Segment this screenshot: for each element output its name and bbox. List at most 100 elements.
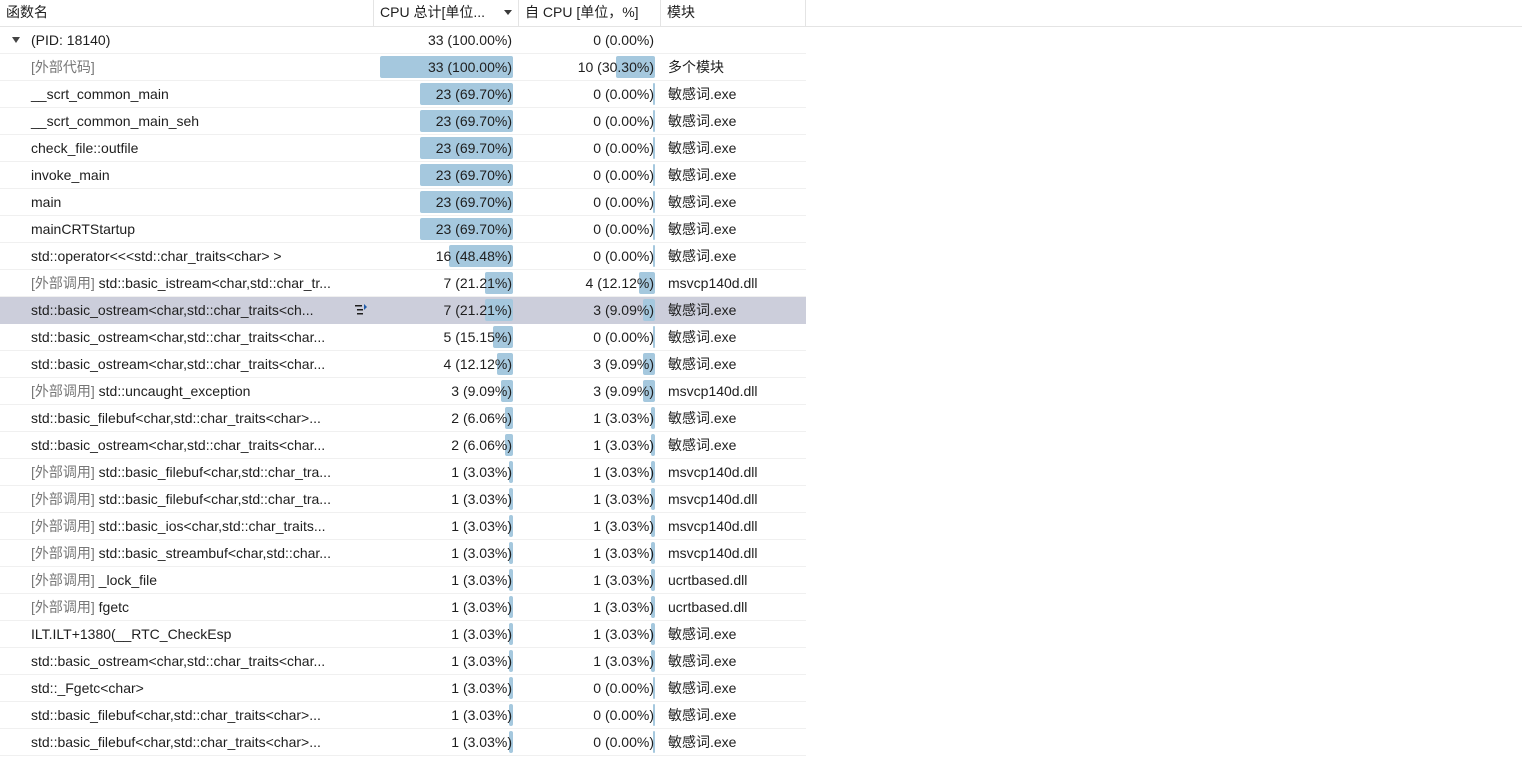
function-name-cell: std::basic_filebuf<char,std::char_traits… (0, 702, 374, 729)
function-name-cell: std::basic_ostream<char,std::char_traits… (0, 297, 374, 324)
table-row[interactable]: invoke_main 23 (69.70%) 0 (0.00%) 敏感词.exe (0, 162, 806, 189)
column-header-row: 函数名 CPU 总计[单位... 自 CPU [单位，%] 模块 (0, 0, 1522, 27)
self-cpu-cell: 1 (3.03%) (519, 405, 661, 432)
self-cpu-value: 10 (30.30%) (577, 59, 654, 75)
table-row[interactable]: [外部调用] std::basic_istream<char,std::char… (0, 270, 806, 297)
table-row[interactable]: std::basic_ostream<char,std::char_traits… (0, 432, 806, 459)
table-row[interactable]: std::basic_filebuf<char,std::char_traits… (0, 405, 806, 432)
cpu-total-value: 1 (3.03%) (451, 707, 512, 723)
table-row[interactable]: [外部调用] fgetc 1 (3.03%) 1 (3.03%) ucrtbased.… (0, 594, 806, 621)
module-cell: 敏感词.exe (661, 216, 806, 243)
table-row[interactable]: std::_Fgetc<char> 1 (3.03%) 0 (0.00%) 敏感词.e… (0, 675, 806, 702)
expand-collapse-icon[interactable] (12, 37, 20, 43)
column-header-module[interactable]: 模块 (661, 0, 806, 26)
cpu-total-value: 23 (69.70%) (435, 194, 512, 210)
cpu-total-cell: 1 (3.03%) (374, 567, 519, 594)
self-cpu-cell: 1 (3.03%) (519, 594, 661, 621)
cpu-total-cell: 7 (21.21%) (374, 297, 519, 324)
table-row[interactable]: [外部调用] std::basic_ios<char,std::char_tra… (0, 513, 806, 540)
table-row[interactable]: [外部调用] std::uncaught_exception 3 (9.09%) 3… (0, 378, 806, 405)
cpu-total-cell: 1 (3.03%) (374, 594, 519, 621)
table-row[interactable]: [外部调用] _lock_file 1 (3.03%) 1 (3.03%) ucrtb… (0, 567, 806, 594)
self-cpu-value: 3 (9.09%) (593, 383, 654, 399)
column-header-cpu-total[interactable]: CPU 总计[单位... (374, 0, 519, 26)
function-name: std::basic_ios<char,std::char_traits... (98, 518, 326, 534)
self-cpu-cell: 1 (3.03%) (519, 648, 661, 675)
cpu-total-cell: 23 (69.70%) (374, 189, 519, 216)
self-cpu-value: 1 (3.03%) (593, 572, 654, 588)
function-name-cell: [外部调用] fgetc (0, 594, 374, 621)
cpu-total-value: 1 (3.03%) (451, 680, 512, 696)
function-name-cell: [外部调用] std::basic_ios<char,std::char_tra… (0, 513, 374, 540)
self-cpu-value: 0 (0.00%) (593, 140, 654, 156)
module-cell: 敏感词.exe (661, 324, 806, 351)
table-row[interactable]: ILT.ILT+1380(__RTC_CheckEsp 1 (3.03%) 1 (3… (0, 621, 806, 648)
table-row[interactable]: [外部调用] std::basic_filebuf<char,std::char… (0, 486, 806, 513)
table-row[interactable]: [外部调用] std::basic_filebuf<char,std::char… (0, 459, 806, 486)
cpu-total-value: 1 (3.03%) (451, 626, 512, 642)
module-cell: msvcp140d.dll (661, 513, 806, 540)
function-name-cell: std::basic_ostream<char,std::char_traits… (0, 351, 374, 378)
function-name-cell: [外部代码] (0, 54, 374, 81)
self-cpu-cell: 0 (0.00%) (519, 27, 661, 54)
function-name: std::basic_ostream<char,std::char_traits… (31, 437, 326, 453)
cpu-total-value: 23 (69.70%) (435, 140, 512, 156)
function-name: ILT.ILT+1380(__RTC_CheckEsp (31, 626, 232, 642)
table-row[interactable]: main 23 (69.70%) 0 (0.00%) 敏感词.exe (0, 189, 806, 216)
self-cpu-cell: 0 (0.00%) (519, 702, 661, 729)
table-row[interactable]: __scrt_common_main_seh 23 (69.70%) 0 (0.00… (0, 108, 806, 135)
table-row[interactable]: [外部代码] 33 (100.00%) 10 (30.30%) 多个模块 (0, 54, 806, 81)
table-row[interactable]: std::basic_filebuf<char,std::char_traits… (0, 702, 806, 729)
cpu-total-value: 1 (3.03%) (451, 491, 512, 507)
table-row[interactable]: std::basic_ostream<char,std::char_traits… (0, 351, 806, 378)
module-cell: ucrtbased.dll (661, 567, 806, 594)
column-header-function-name[interactable]: 函数名 (0, 0, 374, 26)
self-cpu-value: 1 (3.03%) (593, 491, 654, 507)
function-name: std::basic_ostream<char,std::char_traits… (31, 653, 326, 669)
hot-path-icon[interactable] (354, 303, 368, 317)
cpu-total-value: 2 (6.06%) (451, 437, 512, 453)
table-row[interactable]: std::basic_ostream<char,std::char_traits… (0, 648, 806, 675)
table-row[interactable]: std::basic_ostream<char,std::char_traits… (0, 324, 806, 351)
function-name-cell: std::basic_ostream<char,std::char_traits… (0, 432, 374, 459)
function-name-cell: std::basic_ostream<char,std::char_traits… (0, 648, 374, 675)
table-row[interactable]: (PID: 18140) 33 (100.00%) 0 (0.00%) (0, 27, 806, 54)
table-row[interactable]: check_file::outfile 23 (69.70%) 0 (0.00%) 敏… (0, 135, 806, 162)
self-cpu-value: 0 (0.00%) (593, 86, 654, 102)
self-cpu-value: 0 (0.00%) (593, 221, 654, 237)
self-cpu-cell: 1 (3.03%) (519, 540, 661, 567)
table-row[interactable]: std::basic_ostream<char,std::char_traits… (0, 297, 806, 324)
sort-descending-icon (504, 10, 512, 15)
cpu-total-cell: 1 (3.03%) (374, 621, 519, 648)
self-cpu-value: 1 (3.03%) (593, 464, 654, 480)
external-call-prefix: [外部调用] (31, 572, 99, 588)
self-cpu-value: 4 (12.12%) (585, 275, 654, 291)
table-row[interactable]: __scrt_common_main 23 (69.70%) 0 (0.00%) 敏感… (0, 81, 806, 108)
table-row[interactable]: std::basic_filebuf<char,std::char_traits… (0, 729, 806, 756)
cpu-total-cell: 1 (3.03%) (374, 459, 519, 486)
self-cpu-value: 0 (0.00%) (593, 329, 654, 345)
function-name: std::basic_ostream<char,std::char_traits… (31, 329, 326, 345)
cpu-total-value: 23 (69.70%) (435, 86, 512, 102)
cpu-total-value: 1 (3.03%) (451, 545, 512, 561)
table-row[interactable]: mainCRTStartup 23 (69.70%) 0 (0.00%) 敏感词.ex… (0, 216, 806, 243)
self-cpu-cell: 1 (3.03%) (519, 621, 661, 648)
cpu-total-cell: 5 (15.15%) (374, 324, 519, 351)
cpu-total-value: 33 (100.00%) (427, 32, 512, 48)
module-cell (661, 27, 806, 54)
table-row[interactable]: std::operator<<<std::char_traits<char> >… (0, 243, 806, 270)
module-cell: 敏感词.exe (661, 729, 806, 756)
function-name-cell: __scrt_common_main (0, 81, 374, 108)
table-body: (PID: 18140) 33 (100.00%) 0 (0.00%) [外部代码] 3… (0, 27, 806, 756)
function-name-cell: [外部调用] std::basic_streambuf<char,std::ch… (0, 540, 374, 567)
external-call-prefix: [外部调用] (31, 491, 99, 507)
cpu-total-cell: 1 (3.03%) (374, 513, 519, 540)
cpu-total-cell: 33 (100.00%) (374, 54, 519, 81)
module-cell: 敏感词.exe (661, 135, 806, 162)
function-name: std::basic_filebuf<char,std::char_traits… (31, 410, 321, 426)
function-name-cell: std::operator<<<std::char_traits<char> > (0, 243, 374, 270)
table-row[interactable]: [外部调用] std::basic_streambuf<char,std::ch… (0, 540, 806, 567)
cpu-total-value: 1 (3.03%) (451, 518, 512, 534)
column-header-self-cpu[interactable]: 自 CPU [单位，%] (519, 0, 661, 26)
function-name-cell: std::_Fgetc<char> (0, 675, 374, 702)
